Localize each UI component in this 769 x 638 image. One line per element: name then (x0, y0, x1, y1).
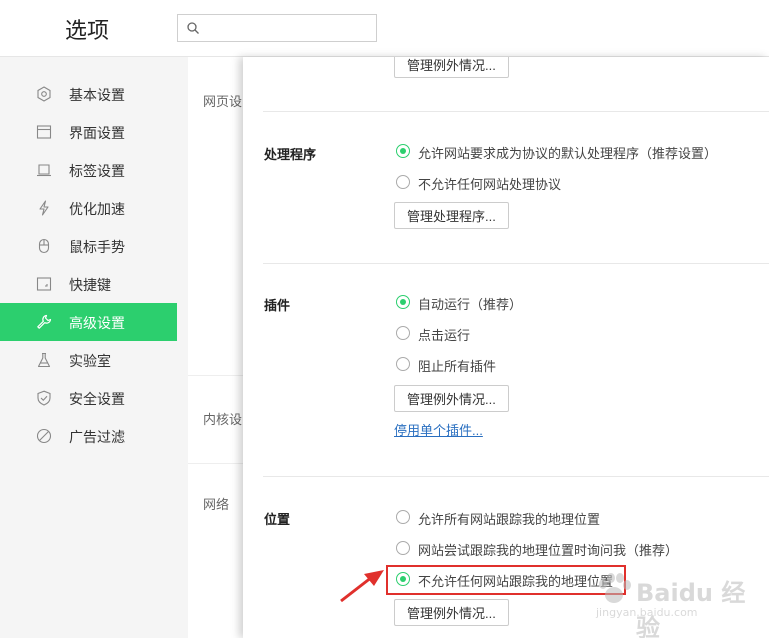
disable-plugin-link[interactable]: 停用单个插件... (394, 420, 483, 439)
block-icon (36, 428, 52, 444)
divider (263, 263, 769, 264)
shield-icon (37, 390, 51, 406)
radio-label: 允许所有网站跟踪我的地理位置 (418, 512, 601, 527)
category-label: 内核设 (203, 412, 243, 427)
annotation-arrow-icon (340, 570, 384, 603)
sidebar-item-advanced[interactable]: 高级设置 (0, 303, 177, 341)
radio-button[interactable] (396, 326, 410, 340)
sidebar-item-label: 优化加速 (69, 201, 125, 217)
category-label: 网络 (203, 497, 230, 512)
sidebar-item-interface[interactable]: 界面设置 (0, 113, 177, 151)
search-icon (187, 22, 199, 34)
settings-category-column: 网页设 内核设 网络 (188, 57, 248, 638)
sidebar-item-optimize[interactable]: 优化加速 (0, 189, 177, 227)
window-icon (36, 125, 52, 139)
sidebar-item-basic[interactable]: 基本设置 (0, 75, 177, 113)
radio-label: 点击运行 (418, 328, 471, 343)
radio-label: 允许网站要求成为协议的默认处理程序（推荐设置） (418, 146, 718, 161)
section-title-plugins: 插件 (264, 298, 291, 313)
divider (263, 476, 769, 477)
search-input[interactable] (206, 18, 371, 38)
sidebar-item-label: 鼠标手势 (69, 239, 125, 255)
mouse-icon (38, 238, 50, 254)
manage-location-exceptions-button[interactable]: 管理例外情况... (394, 599, 509, 626)
manage-exceptions-button[interactable]: 管理例外情况... (394, 57, 509, 78)
wrench-icon (37, 314, 52, 329)
radio-button[interactable] (396, 357, 410, 371)
divider (188, 463, 248, 464)
sidebar-item-label: 标签设置 (69, 163, 125, 179)
sidebar-item-label: 快捷键 (69, 277, 111, 293)
radio-button[interactable] (396, 510, 410, 524)
baidu-watermark: Baidu 经验 jingyan.baidu.com (592, 568, 762, 638)
sidebar-item-label: 实验室 (69, 353, 111, 369)
sidebar-item-label: 广告过滤 (69, 429, 125, 445)
sidebar-item-label: 高级设置 (69, 315, 125, 331)
tab-icon (37, 164, 51, 177)
search-box[interactable] (177, 14, 377, 42)
radio-label: 不允许任何网站处理协议 (418, 177, 562, 192)
flask-icon (37, 352, 51, 368)
options-header: 选项 (0, 0, 769, 57)
divider (188, 375, 248, 376)
manage-plugin-exceptions-button[interactable]: 管理例外情况... (394, 385, 509, 412)
sidebar: 基本设置 界面设置 标签设置 优化加速 鼠标手势 快捷键 高级设置 实验室 安全… (0, 57, 177, 638)
radio-button[interactable] (396, 295, 410, 309)
sidebar-item-label: 安全设置 (69, 391, 125, 407)
lightning-icon (39, 200, 49, 216)
sidebar-item-tabs[interactable]: 标签设置 (0, 151, 177, 189)
page-title: 选项 (65, 18, 110, 43)
section-title-location: 位置 (264, 512, 291, 527)
gear-icon (37, 86, 51, 102)
category-label: 网页设 (203, 94, 243, 109)
divider (263, 111, 769, 112)
sidebar-item-security[interactable]: 安全设置 (0, 379, 177, 417)
watermark-url: jingyan.baidu.com (596, 606, 698, 619)
sidebar-item-mouse[interactable]: 鼠标手势 (0, 227, 177, 265)
radio-label: 阻止所有插件 (418, 359, 497, 374)
sidebar-item-shortcuts[interactable]: 快捷键 (0, 265, 177, 303)
radio-button[interactable] (396, 175, 410, 189)
baidu-paw-icon (599, 573, 631, 603)
radio-button[interactable] (396, 144, 410, 158)
sidebar-item-adblock[interactable]: 广告过滤 (0, 417, 177, 455)
highlight-box (386, 565, 626, 595)
section-title-handlers: 处理程序 (264, 147, 317, 162)
radio-label: 网站尝试跟踪我的地理位置时询问我（推荐） (418, 543, 679, 558)
sidebar-item-label: 基本设置 (69, 87, 125, 103)
sidebar-item-lab[interactable]: 实验室 (0, 341, 177, 379)
radio-label: 自动运行（推荐） (418, 297, 523, 312)
keyboard-icon (36, 277, 52, 291)
content-settings-panel: 管理例外情况... 处理程序 允许网站要求成为协议的默认处理程序（推荐设置） 不… (243, 57, 769, 638)
radio-button[interactable] (396, 541, 410, 555)
manage-handlers-button[interactable]: 管理处理程序... (394, 202, 509, 229)
sidebar-item-label: 界面设置 (69, 125, 125, 141)
